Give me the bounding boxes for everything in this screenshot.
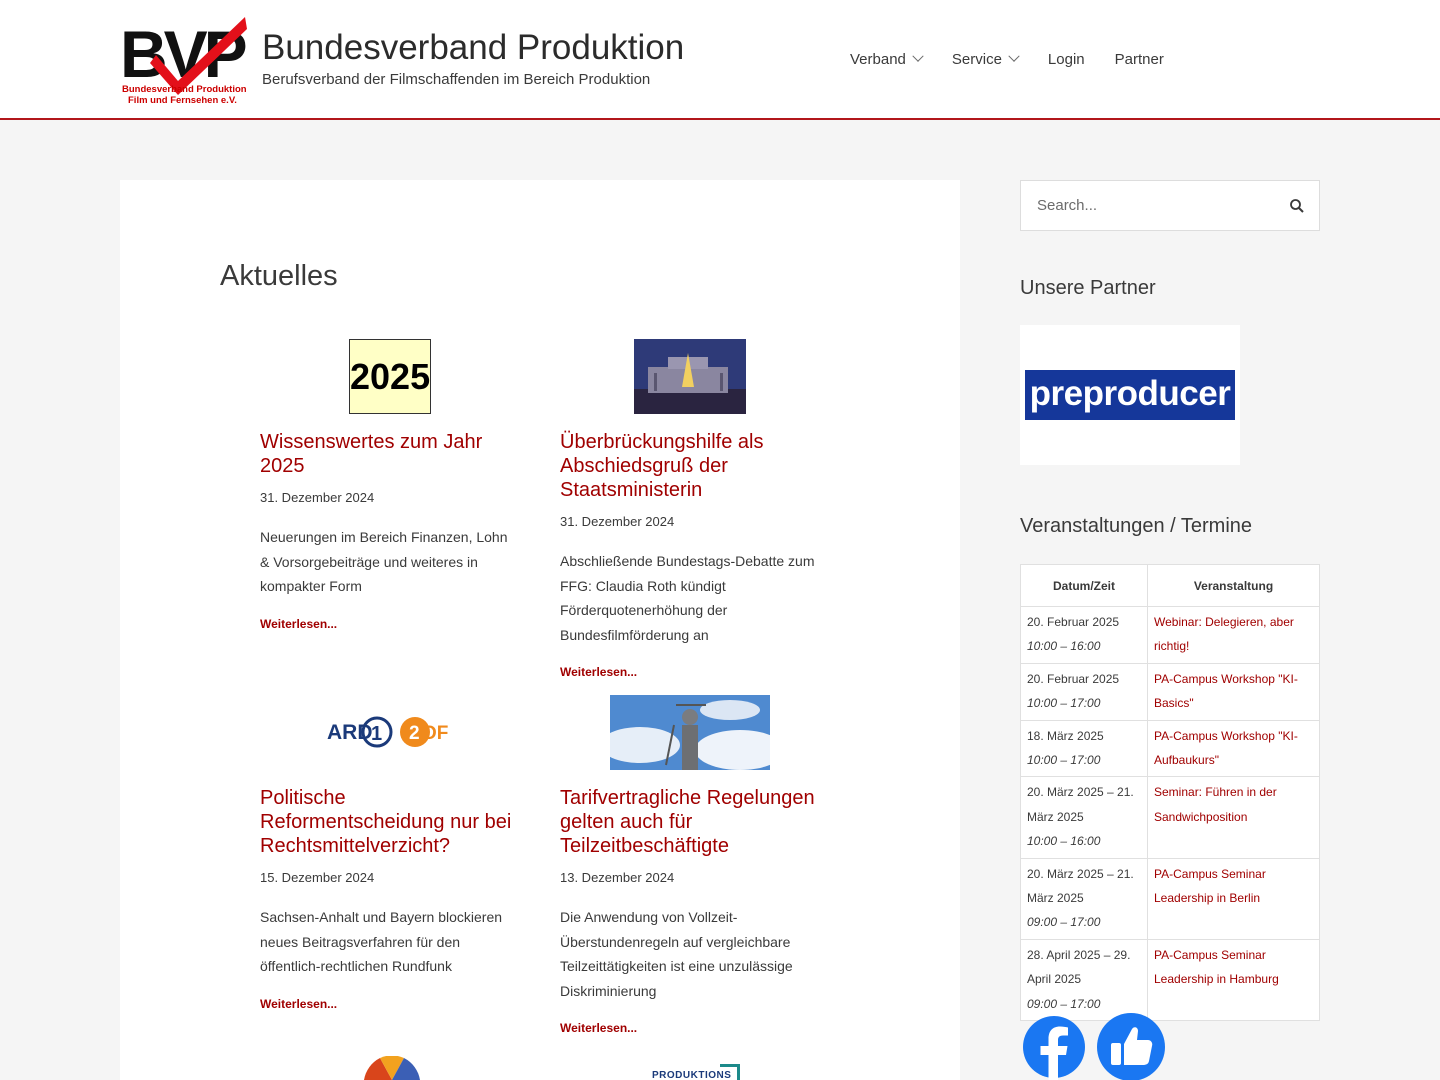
- table-row: 20. März 2025 – 21. März 2025 09:00 – 17:…: [1020, 857, 1320, 940]
- post-title[interactable]: Überbrückungshilfe als Abschiedsgruß der…: [560, 430, 820, 502]
- facebook-icon[interactable]: [1020, 1013, 1088, 1080]
- event-title-link[interactable]: PA-Campus Workshop "KI-Aufbaukurs": [1147, 719, 1320, 778]
- event-datetime: 18. März 2025 10:00 – 17:00: [1020, 719, 1148, 778]
- read-more-link[interactable]: Weiterlesen...: [260, 617, 337, 631]
- post-card: ARD 1 2 DF Politische Reformentscheidung…: [260, 695, 520, 1013]
- event-time: 09:00 – 17:00: [1027, 996, 1101, 1011]
- logo-caption-1: Bundesverband Produktion: [122, 84, 247, 95]
- post-title[interactable]: Politische Reformentscheidung nur bei Re…: [260, 786, 520, 858]
- svg-text:1: 1: [371, 723, 382, 745]
- event-datetime: 20. Februar 2025 10:00 – 17:00: [1020, 662, 1148, 721]
- main-content: Aktuelles 2025 Wissenswertes zum Jahr 20…: [120, 180, 960, 1080]
- logo-caption-2: Film und Fernsehen e.V.: [128, 95, 237, 104]
- nav-item-partner[interactable]: Partner: [1115, 49, 1164, 69]
- table-row: 28. April 2025 – 29. April 2025 09:00 – 1…: [1020, 938, 1320, 1022]
- search-form: [1020, 180, 1320, 231]
- post-excerpt: Abschließende Bundestags-Debatte zum FFG…: [560, 553, 815, 643]
- nav-item-label: Partner: [1114, 50, 1164, 68]
- post-excerpt: Sachsen-Anhalt und Bayern blockieren neu…: [260, 909, 503, 974]
- event-date: 18. März 2025: [1027, 728, 1104, 743]
- nav-item-label: Login: [1047, 50, 1085, 68]
- event-date: 20. Februar 2025: [1027, 615, 1120, 629]
- post-card: Tarifvertragliche Regelungen gelten auch…: [560, 695, 820, 1037]
- thumbs-up-icon[interactable]: [1097, 1013, 1165, 1080]
- post-date: 13. Dezember 2024: [560, 870, 675, 885]
- reichstag-night-image[interactable]: [634, 339, 746, 414]
- read-more-link[interactable]: Weiterlesen...: [260, 997, 337, 1011]
- search-icon[interactable]: [1289, 198, 1305, 214]
- post-excerpt: Neuerungen im Bereich Finanzen, Lohn & V…: [260, 529, 508, 594]
- nav-item-label: Service: [951, 50, 1002, 68]
- post-card: 2025 Wissenswertes zum Jahr 2025 31. Dez…: [260, 339, 520, 633]
- justitia-statue-image[interactable]: [610, 695, 770, 770]
- preproducer-logo: preproducer: [1025, 370, 1235, 420]
- nav-item-service[interactable]: Service: [951, 49, 1020, 69]
- column-header-event: Veranstaltung: [1147, 564, 1320, 607]
- chevron-down-icon: [912, 50, 924, 62]
- main-navigation: Verband Service Login Partner: [850, 49, 1194, 69]
- event-datetime: 20. Februar 2025 10:00 – 16:00: [1020, 606, 1148, 664]
- table-header-row: Datum/Zeit Veranstaltung: [1020, 564, 1320, 607]
- event-time: 09:00 – 17:00: [1027, 915, 1101, 930]
- event-date: 20. März 2025 – 21. März 2025: [1027, 866, 1134, 906]
- nav-item-login[interactable]: Login: [1048, 49, 1085, 69]
- event-title-link[interactable]: PA-Campus Seminar Leadership in Hamburg: [1147, 938, 1320, 1022]
- post-date: 15. Dezember 2024: [260, 870, 375, 885]
- svg-text:DF: DF: [423, 723, 448, 744]
- table-row: 20. Februar 2025 10:00 – 16:00 Webinar: D…: [1020, 606, 1320, 664]
- events-table: Datum/Zeit Veranstaltung 20. Februar 202…: [1020, 564, 1320, 1022]
- event-time: 10:00 – 17:00: [1027, 753, 1101, 768]
- post-title[interactable]: Wissenswertes zum Jahr 2025: [260, 430, 520, 478]
- site-title[interactable]: Bundesverband Produktion: [262, 28, 684, 68]
- event-date: 20. März 2025 – 21. März 2025: [1027, 785, 1134, 824]
- page-title: Aktuelles: [220, 260, 338, 292]
- event-time: 10:00 – 17:00: [1027, 696, 1101, 711]
- ard-zdf-logo-image[interactable]: ARD 1 2 DF: [325, 695, 455, 770]
- column-header-datetime: Datum/Zeit: [1020, 564, 1148, 607]
- pie-chart-thumbnail[interactable]: [360, 1056, 424, 1080]
- read-more-link[interactable]: Weiterlesen...: [560, 1021, 637, 1035]
- partners-widget-title: Unsere Partner: [1020, 277, 1156, 299]
- chevron-down-icon: [1008, 50, 1020, 62]
- table-row: 20. März 2025 – 21. März 2025 10:00 – 16:…: [1020, 776, 1320, 859]
- post-excerpt: Die Anwendung von Vollzeit-Überstundenre…: [560, 909, 793, 999]
- post-title[interactable]: Tarifvertragliche Regelungen gelten auch…: [560, 786, 820, 858]
- nav-item-label: Verband: [850, 50, 906, 68]
- event-date: 20. Februar 2025: [1027, 671, 1120, 686]
- search-input[interactable]: [1021, 181, 1281, 230]
- post-card: Überbrückungshilfe als Abschiedsgruß der…: [560, 339, 820, 681]
- bvp-logo[interactable]: BVP Bundesverband Produktion Film und Fe…: [120, 15, 247, 104]
- event-title-link[interactable]: PA-Campus Seminar Leadership in Berlin: [1147, 857, 1320, 940]
- post-date: 31. Dezember 2024: [560, 514, 675, 529]
- post-thumbnail[interactable]: 2025: [349, 339, 431, 414]
- site-header: BVP Bundesverband Produktion Film und Fe…: [0, 0, 1440, 120]
- event-datetime: 20. März 2025 – 21. März 2025 09:00 – 17:…: [1020, 857, 1148, 940]
- table-row: 20. Februar 2025 10:00 – 17:00 PA-Campus …: [1020, 662, 1320, 721]
- events-widget-title: Veranstaltungen / Termine: [1020, 515, 1253, 537]
- read-more-link[interactable]: Weiterlesen...: [560, 665, 637, 679]
- nav-item-verband[interactable]: Verband: [850, 49, 924, 69]
- table-row: 18. März 2025 10:00 – 17:00 PA-Campus Wor…: [1020, 719, 1320, 778]
- svg-text:2: 2: [409, 723, 420, 744]
- event-title-link[interactable]: Seminar: Führen in der Sandwichposition: [1147, 776, 1320, 859]
- post-date: 31. Dezember 2024: [260, 490, 375, 505]
- event-title-link[interactable]: PA-Campus Workshop "KI-Basics": [1147, 662, 1320, 721]
- produktions-thumbnail[interactable]: PRODUKTIONS: [650, 1064, 740, 1080]
- event-time: 10:00 – 16:00: [1027, 639, 1101, 654]
- event-time: 10:00 – 16:00: [1027, 834, 1101, 849]
- corner-bracket-icon: [720, 1064, 740, 1080]
- event-date: 28. April 2025 – 29. April 2025: [1027, 947, 1131, 987]
- event-datetime: 28. April 2025 – 29. April 2025 09:00 – 1…: [1020, 938, 1148, 1022]
- partner-card[interactable]: preproducer: [1020, 325, 1240, 465]
- event-datetime: 20. März 2025 – 21. März 2025 10:00 – 16:…: [1020, 776, 1148, 859]
- site-tagline: Berufsverband der Filmschaffenden im Ber…: [262, 71, 651, 88]
- event-title-link[interactable]: Webinar: Delegieren, aber richtig!: [1147, 606, 1320, 664]
